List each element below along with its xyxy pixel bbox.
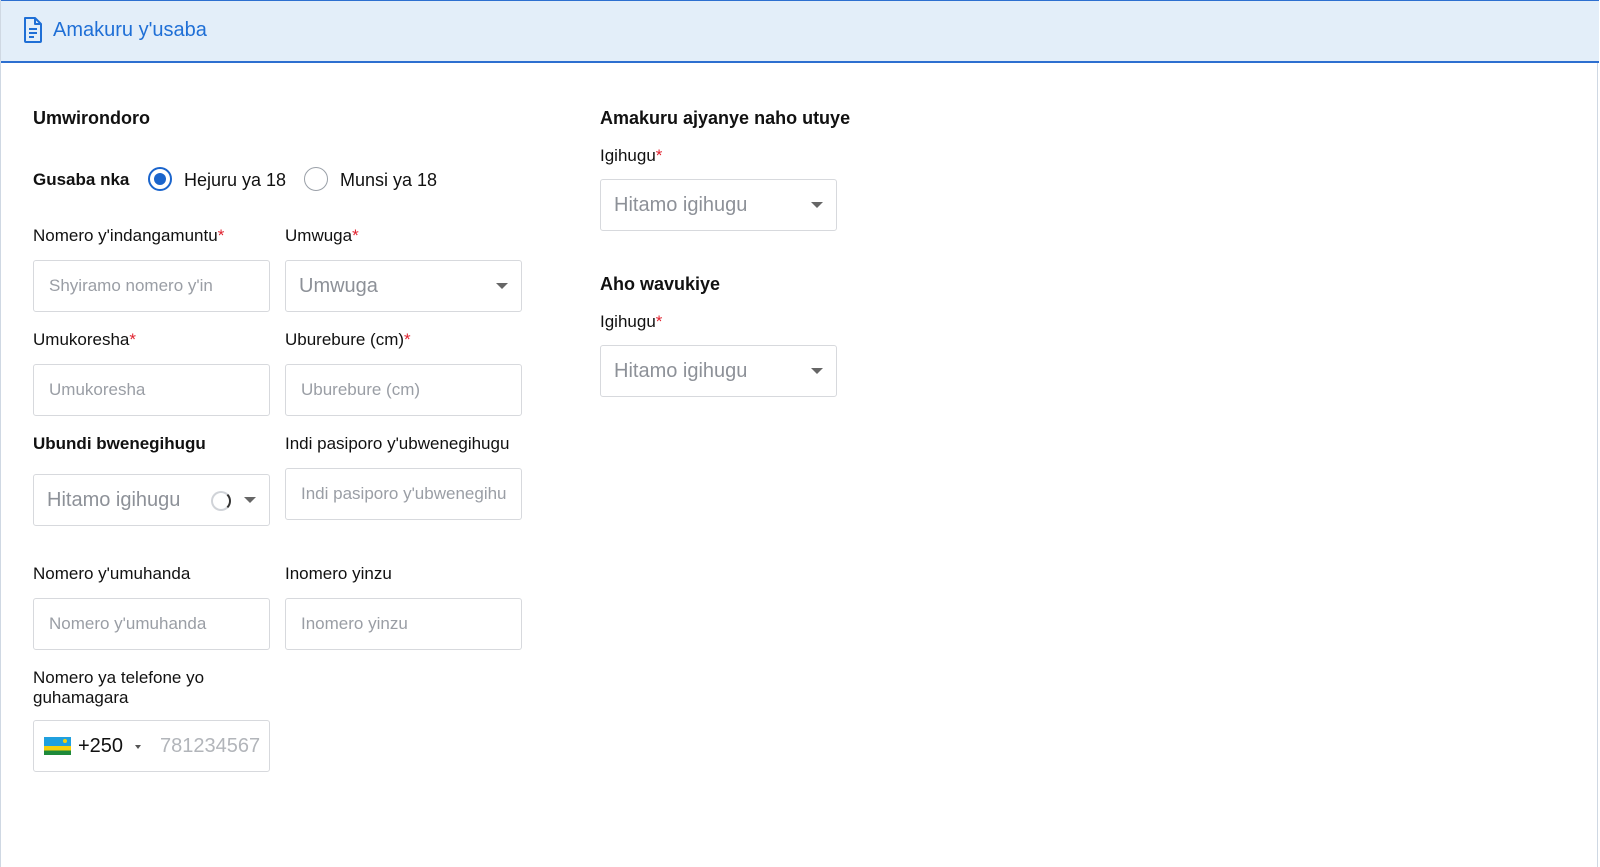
- dial-code[interactable]: +250: [78, 735, 123, 758]
- card-header: Amakuru y'usaba: [1, 0, 1599, 63]
- birthplace-country-select[interactable]: Hitamo igihugu: [600, 345, 837, 397]
- apply-as-label: Gusaba nka: [33, 170, 130, 189]
- other-passport-label: Indi pasiporo y'ubwenegihugu: [285, 434, 510, 453]
- under-18-label[interactable]: Munsi ya 18: [340, 170, 437, 191]
- street-number-label: Nomero y'umuhanda: [33, 564, 191, 583]
- required-marker: *: [352, 226, 359, 245]
- user-input[interactable]: [33, 364, 270, 416]
- over-18-label[interactable]: Hejuru ya 18: [184, 170, 286, 191]
- birthplace-country-label: Igihugu*: [600, 312, 663, 331]
- emergency-phone-field[interactable]: +250 781234567: [33, 720, 270, 772]
- house-number-input[interactable]: [285, 598, 522, 650]
- other-nationality-label: Ubundi bwenegihugu: [33, 434, 206, 453]
- height-label: Uburebure (cm)*: [285, 330, 411, 349]
- chevron-down-icon: [496, 283, 508, 289]
- height-input[interactable]: [285, 364, 522, 416]
- other-nationality-select[interactable]: Hitamo igihugu: [33, 474, 270, 526]
- residence-country-placeholder: Hitamo igihugu: [614, 194, 748, 216]
- birthplace-country-placeholder: Hitamo igihugu: [614, 360, 748, 382]
- applicant-info-card: Amakuru y'usaba Umwirondoro Gusaba nka H…: [0, 0, 1599, 867]
- required-marker: *: [129, 330, 136, 349]
- house-number-label: Inomero yinzu: [285, 564, 392, 583]
- under-18-radio[interactable]: [304, 167, 328, 191]
- chevron-down-icon: [811, 202, 823, 208]
- occupation-placeholder: Umwuga: [299, 275, 378, 297]
- emergency-phone-label: Nomero ya telefone yo guhamagara: [33, 668, 205, 707]
- required-marker: *: [404, 330, 411, 349]
- occupation-label: Umwuga*: [285, 226, 359, 245]
- loading-spinner-icon: [211, 491, 231, 511]
- street-number-input[interactable]: [33, 598, 270, 650]
- residence-country-select[interactable]: Hitamo igihugu: [600, 179, 837, 231]
- document-icon: [24, 17, 42, 43]
- birthplace-section-title: Aho wavukiye: [600, 274, 721, 294]
- card-title: Amakuru y'usaba: [53, 19, 207, 41]
- rwanda-flag-icon: [44, 737, 71, 755]
- user-label: Umukoresha*: [33, 330, 136, 349]
- occupation-select[interactable]: Umwuga: [285, 260, 522, 312]
- residence-country-label: Igihugu*: [600, 146, 663, 165]
- required-marker: *: [217, 226, 225, 245]
- phone-number-placeholder[interactable]: 781234567: [160, 735, 264, 758]
- required-marker: *: [655, 312, 663, 331]
- chevron-down-icon[interactable]: [135, 745, 141, 749]
- chevron-down-icon: [244, 497, 256, 503]
- required-marker: *: [655, 146, 663, 165]
- chevron-down-icon: [811, 368, 823, 374]
- over-18-radio[interactable]: [148, 167, 172, 191]
- other-nationality-placeholder: Hitamo igihugu: [47, 489, 181, 511]
- id-number-input[interactable]: [33, 260, 270, 312]
- residence-section-title: Amakuru ajyanye naho utuye: [600, 108, 851, 128]
- other-passport-input[interactable]: [285, 468, 522, 520]
- profile-section-title: Umwirondoro: [33, 108, 150, 128]
- id-number-label: Nomero y'indangamuntu*: [33, 226, 225, 245]
